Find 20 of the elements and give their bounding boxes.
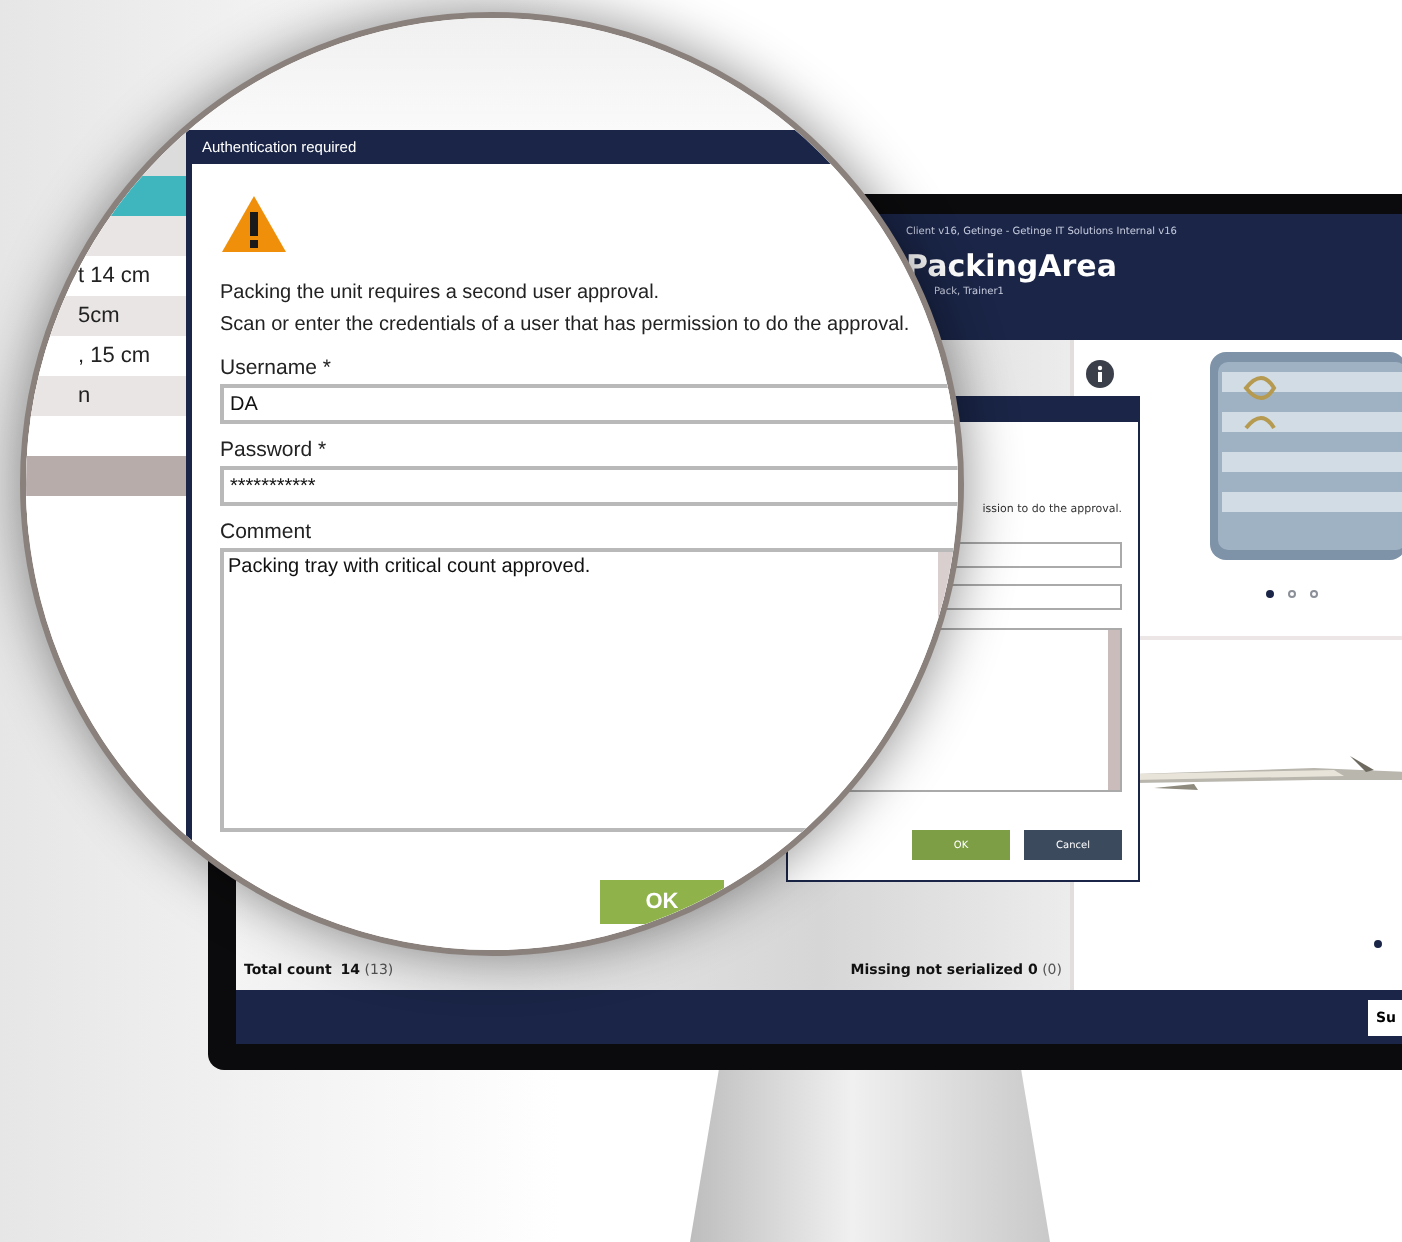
input-field[interactable]: *********** [220, 466, 958, 506]
carousel-dot[interactable] [1374, 940, 1382, 948]
info-icon [1086, 360, 1114, 388]
carousel-dot[interactable] [1288, 590, 1296, 598]
comment-field[interactable]: Packing tray with critical count approved. [220, 548, 958, 832]
list-row[interactable]: n [26, 376, 186, 416]
input-field[interactable]: DA [220, 384, 958, 424]
field-label: Username * [220, 354, 331, 382]
list-row-text: 5cm [78, 304, 120, 328]
app-title: PackingArea [906, 248, 1119, 284]
warning-icon [220, 194, 288, 254]
field-label: Comment [220, 518, 312, 546]
field-label: Password * [220, 436, 327, 464]
carousel-dot[interactable] [1310, 590, 1318, 598]
list-row-text: t 14 cm [78, 264, 151, 288]
list-row-text: , 15 cm [78, 344, 151, 368]
carousel-dot[interactable] [1266, 590, 1274, 598]
dialog-message: Packing the unit requires a second user approval. [220, 280, 660, 308]
list-row-text: n [78, 384, 91, 408]
dialog-message: Scan or enter the credentials of a user that has permission to do the approval. [220, 312, 910, 340]
